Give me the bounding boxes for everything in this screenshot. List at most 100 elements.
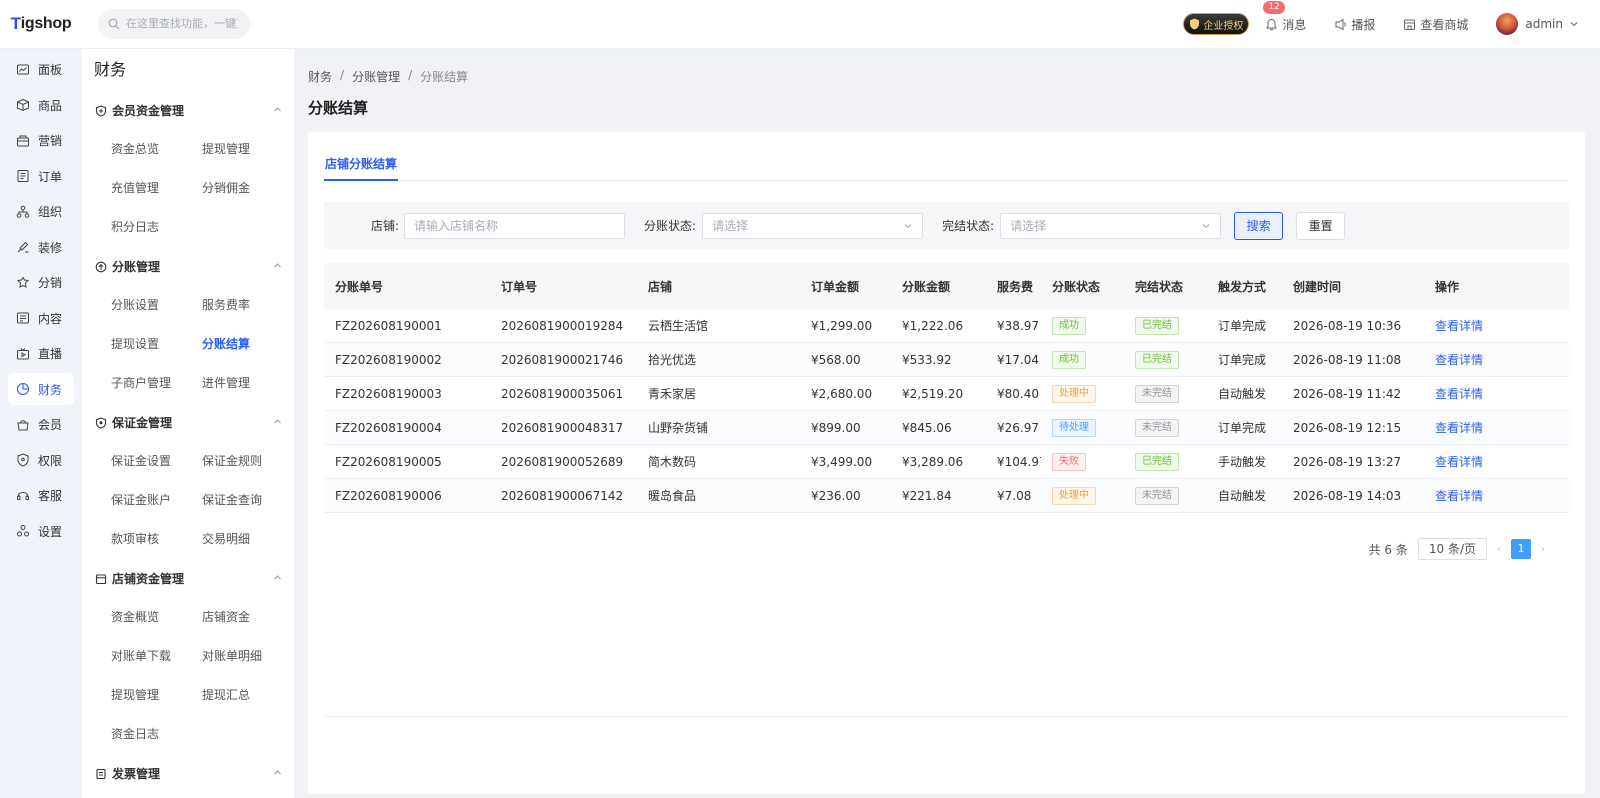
sidebar-item-box[interactable]: 商品 [8,89,74,121]
distribution-icon [16,276,30,288]
sidebar-item-label: 商品 [38,98,63,113]
logo-prefix: T [10,14,21,33]
prev-page-button[interactable]: ‹ [1497,544,1501,555]
sidebar-item-marketing[interactable]: 营销 [8,125,74,157]
sidebar-item-label: 装修 [38,240,63,255]
chevron-up-icon [274,107,281,112]
sidebar-item-permission[interactable]: 权限 [8,444,74,476]
sidebar-item-finance[interactable]: 财务 [8,373,74,405]
sidebar-item-organization[interactable]: 组织 [8,196,74,228]
subnav-item[interactable]: 资金总览 [111,130,202,169]
complete-status-select[interactable]: 请选择 [1000,212,1222,239]
dashboard-icon [17,64,29,74]
action-cell: 查看详情 [1424,317,1569,334]
view-details-link[interactable]: 查看详情 [1435,353,1483,367]
status-badge: 成功 [1052,350,1086,369]
subnav-group-header[interactable]: 发票管理 [82,754,294,793]
breadcrumb-item-split[interactable]: 分账管理 [352,68,400,85]
sidebar-item-distribution[interactable]: 分销 [8,267,74,299]
subnav-item[interactable]: 分账设置 [111,286,202,325]
subnav-item[interactable]: 保证金设置 [111,442,202,481]
subnav-item[interactable]: 服务费率 [202,286,293,325]
subnav-group-header[interactable]: 会员资金管理 [82,91,294,130]
next-page-button[interactable]: › [1541,544,1545,555]
subnav-item[interactable]: 提现管理 [111,676,202,715]
subnav-item[interactable]: 进件管理 [202,364,293,403]
subnav-group-header[interactable]: 分账管理 [82,247,294,286]
sidebar-item-live[interactable]: 直播 [8,338,74,370]
column-header: 分账单号 [335,279,384,294]
status-badge: 未完结 [1135,486,1179,505]
sidebar-item-label: 会员 [38,418,63,432]
view-details-link[interactable]: 查看详情 [1435,387,1483,401]
view-store-button[interactable]: 查看商城 [1403,16,1468,33]
shop-name-input[interactable]: 请输入店铺名称 [404,212,626,239]
status-badge: 未完结 [1135,384,1179,403]
subnav-item[interactable]: 款项审核 [111,520,202,559]
global-search[interactable] [98,9,250,39]
top-bar: Tigshop 企业授权 12 消息 播报 查看商城 admin [0,0,1600,49]
subnav-item[interactable]: 提现管理 [202,130,293,169]
table-row: FZ202608190005 2026081900052689 简木数码 ¥3,499… [324,445,1569,479]
table-row: FZ202608190004 2026081900048317 山野杂货铺 ¥899.… [324,411,1569,445]
subnav-item[interactable]: 积分日志 [111,208,202,247]
view-details-link[interactable]: 查看详情 [1435,489,1483,503]
subnav-item[interactable]: 保证金查询 [202,481,293,520]
global-search-input[interactable] [126,18,238,30]
sidebar-item-settings[interactable]: 设置 [8,515,74,547]
tigshop-logo[interactable]: Tigshop [0,0,82,49]
subnav-group-items: 分账设置 服务费率 提现设置 分账结算 子商户管理 进件管理 [82,286,294,403]
sidebar-item-service[interactable]: 客服 [8,480,74,512]
cell-fee: ¥26.97 [997,420,1039,435]
subnav-item[interactable]: 分账结算 [202,325,293,364]
split-icon [95,261,107,272]
split-status-label: 分账状态: [644,219,697,233]
sidebar-item-content[interactable]: 内容 [8,302,74,334]
logo-text: igshop [20,15,72,32]
split-status-cell: 成功 [1041,350,1124,369]
cell-trigger: 手动触发 [1218,455,1267,469]
user-menu[interactable]: admin [1496,13,1578,35]
split-status-select[interactable]: 请选择 [702,212,924,239]
subnav-group-header[interactable]: 保证金管理 [82,403,294,442]
status-badge: 已完结 [1135,452,1179,471]
search-button[interactable]: 搜索 [1234,211,1284,240]
subnav-item[interactable]: 充值管理 [111,169,202,208]
subnav-item[interactable]: 子商户管理 [111,364,202,403]
sidebar-item-dashboard[interactable]: 面板 [8,54,74,86]
subnav-group-header[interactable]: 店铺资金管理 [82,559,294,598]
subnav-item[interactable]: 交易明细 [202,520,293,559]
tab-shop-split-settlement[interactable]: 店铺分账结算 [324,149,399,181]
cell-id: FZ202608190003 [335,386,442,401]
sidebar-item-order[interactable]: 订单 [8,160,74,192]
subnav-item[interactable]: 对账单明细 [202,637,293,676]
subnav-item[interactable]: 店铺资金 [202,598,293,637]
page-size-select[interactable]: 10 条/页 [1417,538,1487,560]
subnav-item[interactable]: 提现汇总 [202,676,293,715]
subnav-item[interactable]: 资金日志 [111,715,202,754]
sidebar-item-decorate[interactable]: 装修 [8,231,74,263]
subnav-item[interactable]: 保证金账户 [111,481,202,520]
subnav-item[interactable]: 对账单下载 [111,637,202,676]
view-details-link[interactable]: 查看详情 [1435,319,1483,333]
page-number-current[interactable]: 1 [1511,539,1531,559]
breadcrumb-item-finance[interactable]: 财务 [308,68,332,85]
view-details-link[interactable]: 查看详情 [1435,421,1483,435]
enterprise-license-badge[interactable]: 企业授权 [1183,13,1250,35]
cell-shop: 山野杂货铺 [648,421,709,435]
broadcast-button[interactable]: 播报 [1334,16,1375,33]
cell-order: 2026081900052689 [501,454,624,469]
user-name: admin [1525,17,1563,31]
order-icon [17,170,29,182]
sidebar-item-member[interactable]: 会员 [8,409,74,441]
subnav-item[interactable]: 保证金规则 [202,442,293,481]
complete-status-cell: 已完结 [1124,316,1207,335]
invoice-icon [96,768,106,779]
subnav-item[interactable]: 分销佣金 [202,169,293,208]
view-details-link[interactable]: 查看详情 [1435,455,1483,469]
primary-sidebar: 面板商品营销 订单组织装修分销 内容直播 财务会员权限客服 设置 [0,49,82,798]
reset-button[interactable]: 重置 [1296,211,1346,240]
subnav-item[interactable]: 资金概览 [111,598,202,637]
subnav-item[interactable]: 提现设置 [111,325,202,364]
messages-button[interactable]: 12 消息 [1263,0,1306,33]
